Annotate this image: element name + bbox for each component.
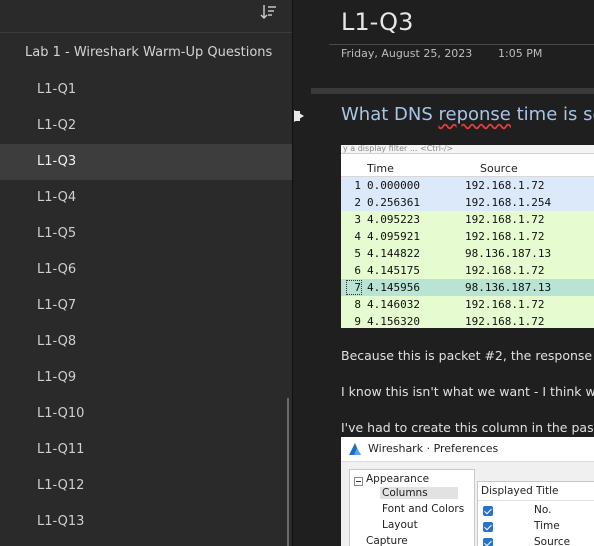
- page-item-l1-q4[interactable]: L1-Q4: [0, 180, 292, 216]
- packet-no: 7: [346, 280, 362, 295]
- packet-source: 192.168.1.72: [465, 230, 545, 243]
- col-header-time: Time: [367, 162, 394, 175]
- misspelled-word[interactable]: reponse: [439, 104, 511, 125]
- page-item-l1-q11[interactable]: L1-Q11: [0, 432, 292, 468]
- page-date: Friday, August 25, 2023: [341, 47, 473, 60]
- packet-no: 4: [354, 230, 361, 243]
- tree-item-columns[interactable]: Columns: [380, 487, 458, 499]
- page-item-l1-q3[interactable]: L1-Q3: [0, 144, 292, 180]
- packet-row[interactable]: 9 4.156320 192.168.1.72: [341, 313, 594, 328]
- sidebar-scrollbar[interactable]: [287, 398, 289, 546]
- packet-time: 4.095223: [367, 213, 420, 226]
- page-time: 1:05 PM: [498, 47, 543, 60]
- packet-row[interactable]: 6 4.145175 192.168.1.72: [341, 262, 594, 279]
- paragraph-handle-arrow-icon[interactable]: [294, 110, 304, 122]
- packet-source: 192.168.1.254: [465, 196, 552, 209]
- packet-no: 6: [354, 264, 361, 277]
- packet-time: 0.000000: [367, 179, 420, 192]
- sort-icon[interactable]: [259, 3, 277, 21]
- packet-no: 5: [354, 247, 361, 260]
- packet-time: 0.256361: [367, 196, 420, 209]
- tree-item-font-colors[interactable]: Font and Colors: [382, 503, 464, 515]
- question-suffix: time is see: [516, 104, 594, 125]
- checkbox-time[interactable]: [483, 522, 493, 532]
- page-title[interactable]: L1-Q3: [341, 8, 413, 36]
- packet-source: 98.136.187.13: [465, 247, 552, 260]
- preferences-titlebar: Wireshark · Preferences: [341, 437, 594, 462]
- tree-item-layout[interactable]: Layout: [382, 519, 418, 531]
- packet-time: 4.156320: [367, 315, 420, 328]
- question-heading[interactable]: What DNS reponse time is see: [341, 104, 594, 125]
- page-content: L1-Q3 Friday, August 25, 2023 1:05 PM Wh…: [293, 0, 594, 546]
- col-header-title: Title: [536, 485, 559, 497]
- packet-row[interactable]: 2 0.256361 192.168.1.254: [341, 194, 594, 211]
- sidebar-divider: [0, 32, 292, 33]
- wireshark-screenshot[interactable]: y a display filter ... <Ctrl-/> Time Sou…: [341, 145, 594, 328]
- preferences-screenshot[interactable]: Wireshark · Preferences Appearance Colum…: [341, 437, 594, 546]
- packet-no: 2: [354, 196, 361, 209]
- page-item-l1-q6[interactable]: L1-Q6: [0, 252, 292, 288]
- checkbox-source[interactable]: [483, 538, 493, 546]
- packet-row[interactable]: 8 4.146032 192.168.1.72: [341, 296, 594, 313]
- page-item-l1-q8[interactable]: L1-Q8: [0, 324, 292, 360]
- page-list-pane: Lab 1 - Wireshark Warm-Up Questions L1-Q…: [0, 0, 292, 546]
- page-item-l1-q5[interactable]: L1-Q5: [0, 216, 292, 252]
- page-item-l1-q2[interactable]: L1-Q2: [0, 108, 292, 144]
- packet-row[interactable]: 3 4.095223 192.168.1.72: [341, 211, 594, 228]
- packet-row[interactable]: 4 4.095921 192.168.1.72: [341, 228, 594, 245]
- packet-list-header: Time Source: [341, 159, 594, 177]
- page-item-l1-q10[interactable]: L1-Q10: [0, 396, 292, 432]
- title-underline: [329, 44, 594, 45]
- page-item-l1-q7[interactable]: L1-Q7: [0, 288, 292, 324]
- columns-header: Displayed Title: [478, 482, 594, 501]
- packet-source: 192.168.1.72: [465, 179, 545, 192]
- packet-source: 192.168.1.72: [465, 315, 545, 328]
- packet-no: 1: [354, 179, 361, 192]
- collapse-icon[interactable]: [354, 477, 363, 486]
- page-item-l1-q12[interactable]: L1-Q12: [0, 468, 292, 504]
- page-item-l1-q1[interactable]: L1-Q1: [0, 72, 292, 108]
- col-header-source: Source: [480, 162, 518, 175]
- column-source: Source: [534, 536, 571, 546]
- col-header-displayed: Displayed: [481, 485, 533, 497]
- packet-no: 3: [354, 213, 361, 226]
- paragraph-1[interactable]: Because this is packet #2, the response …: [341, 348, 594, 363]
- column-no: No.: [534, 504, 552, 516]
- packet-time: 4.095921: [367, 230, 420, 243]
- column-time: Time: [534, 520, 560, 532]
- preferences-tree: Appearance Columns Font and Colors Layou…: [349, 469, 475, 546]
- packet-source: 192.168.1.72: [465, 264, 545, 277]
- paragraph-3[interactable]: I've had to create this column in the pa…: [341, 420, 594, 435]
- paragraph-2[interactable]: I know this isn't what we want - I think…: [341, 384, 594, 399]
- packet-source: 192.168.1.72: [465, 298, 545, 311]
- packet-time: 4.146032: [367, 298, 420, 311]
- packet-source: 98.136.187.13: [465, 281, 552, 294]
- columns-panel: Displayed Title No. Time Source: [477, 481, 594, 546]
- page-item-l1-q9[interactable]: L1-Q9: [0, 360, 292, 396]
- page-item-l1-q13[interactable]: L1-Q13: [0, 504, 292, 540]
- display-filter-bar: y a display filter ... <Ctrl-/>: [341, 145, 594, 154]
- tree-item-capture[interactable]: Capture: [366, 535, 408, 546]
- packet-time: 4.145175: [367, 264, 420, 277]
- page-list: L1-Q1 L1-Q2 L1-Q3 L1-Q4 L1-Q5 L1-Q6 L1-Q7 L1-Q8…: [0, 72, 292, 540]
- checkbox-no[interactable]: [483, 506, 493, 516]
- packet-time: 4.145956: [367, 281, 420, 294]
- packet-row[interactable]: 5 4.144822 98.136.187.13: [341, 245, 594, 262]
- preferences-title: Wireshark · Preferences: [368, 442, 499, 455]
- packet-time: 4.144822: [367, 247, 420, 260]
- packet-row[interactable]: 7 4.145956 98.136.187.13: [341, 279, 594, 296]
- packet-list: 1 0.000000 192.168.1.72 2 0.256361 192.168.1.…: [341, 177, 594, 328]
- note-container-bar[interactable]: [311, 88, 594, 94]
- question-prefix: What DNS: [341, 104, 439, 125]
- wireshark-fin-icon: [349, 443, 361, 455]
- packet-no: 9: [354, 315, 361, 328]
- section-title[interactable]: Lab 1 - Wireshark Warm-Up Questions: [25, 45, 272, 60]
- tree-item-appearance[interactable]: Appearance: [366, 473, 429, 485]
- packet-row[interactable]: 1 0.000000 192.168.1.72: [341, 177, 594, 194]
- packet-source: 192.168.1.72: [465, 213, 545, 226]
- packet-no: 8: [354, 298, 361, 311]
